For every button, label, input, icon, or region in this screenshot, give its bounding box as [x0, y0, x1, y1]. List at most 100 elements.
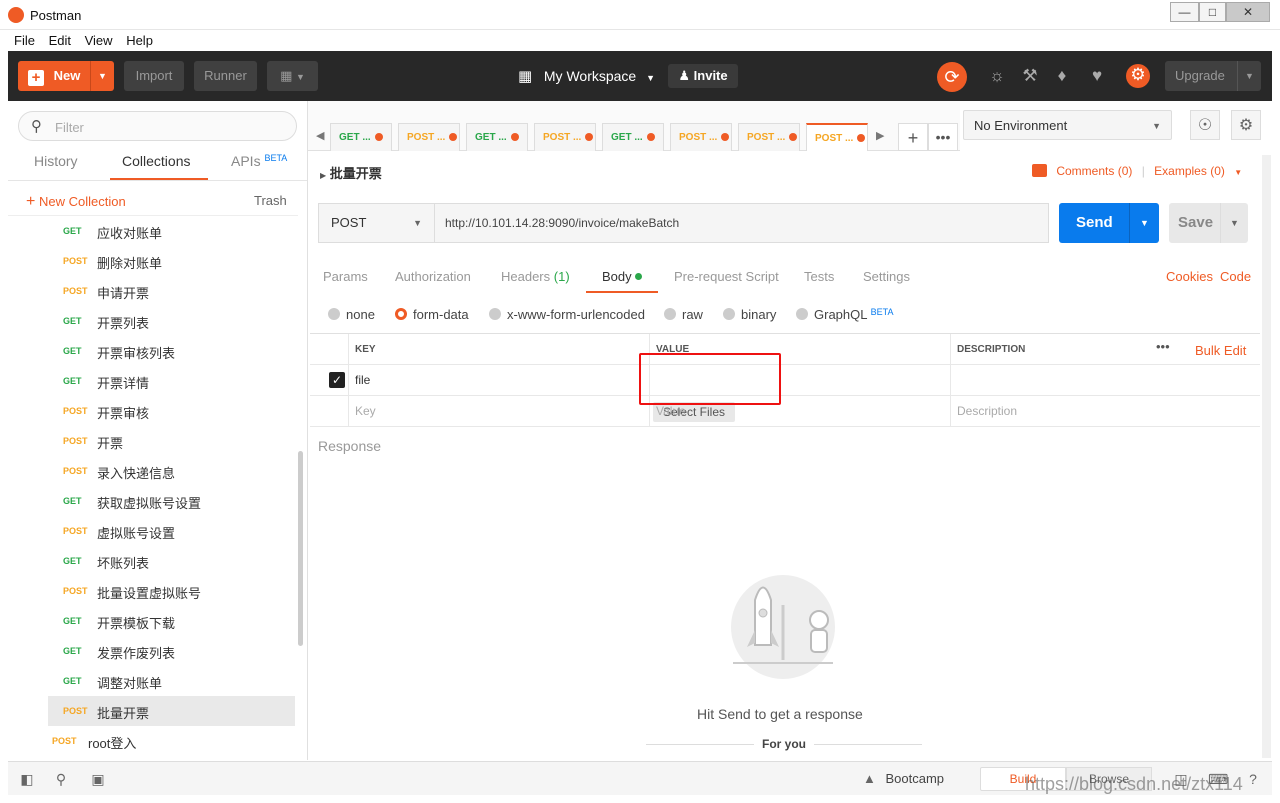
row-checkbox[interactable]: ✓	[329, 372, 345, 388]
list-item[interactable]: POST root登入	[40, 726, 287, 756]
scroll-left-icon[interactable]: ◀	[316, 129, 324, 142]
new-tab-icon[interactable]: +	[898, 123, 928, 151]
form-data-table: KEY VALUE DESCRIPTION ••• Bulk Edit ✓ fi…	[310, 333, 1260, 427]
eye-icon[interactable]: ☉	[1190, 110, 1220, 140]
examples-label[interactable]: Examples (0)	[1154, 164, 1225, 178]
save-button[interactable]: Save ▼	[1169, 203, 1248, 243]
list-item[interactable]: POST 删除对账单	[48, 246, 295, 276]
menu-file[interactable]: File	[14, 31, 35, 51]
sidebar-scrollbar[interactable]	[298, 451, 303, 646]
more-icon[interactable]: •••	[1156, 339, 1170, 354]
request-tab[interactable]: POST ...	[806, 123, 868, 151]
request-tab[interactable]: GET ...	[466, 123, 528, 151]
tab-collections[interactable]: Collections	[122, 153, 190, 169]
tab-apis[interactable]: APIs BETA	[231, 153, 287, 169]
key-input[interactable]: Key	[348, 396, 649, 427]
request-tab[interactable]: POST ...	[398, 123, 460, 151]
request-tab[interactable]: POST ...	[738, 123, 800, 151]
help-icon[interactable]: ?	[1244, 770, 1262, 788]
comments-link[interactable]: Comments (0) | Examples (0) ▼	[1032, 164, 1242, 178]
menu-help[interactable]: Help	[126, 31, 153, 51]
close-button[interactable]: ✕	[1226, 2, 1270, 22]
radio-graphql[interactable]: GraphQL BETA	[796, 307, 893, 322]
workspace-selector[interactable]: ▦ My Workspace ▼	[518, 61, 655, 91]
send-button[interactable]: Send ▼	[1059, 203, 1159, 243]
tab-settings[interactable]: Settings	[863, 269, 910, 284]
invite-button[interactable]: ♟ Invite	[668, 64, 738, 88]
list-item[interactable]: POST 虚拟账号设置	[48, 516, 295, 546]
list-item[interactable]: POST 批量开票	[48, 696, 295, 726]
new-button[interactable]: + New ▼	[18, 61, 114, 91]
list-item[interactable]: GET 获取虚拟账号设置	[48, 486, 295, 516]
search-icon[interactable]: ⚲	[52, 770, 70, 788]
list-item[interactable]: GET 应收对账单	[48, 216, 295, 246]
radio-raw[interactable]: raw	[664, 307, 703, 322]
radio-icon	[664, 308, 676, 320]
tab-params[interactable]: Params	[323, 269, 368, 284]
list-item[interactable]: GET 调整对账单	[48, 666, 295, 696]
wrench-icon[interactable]: ⚒	[1019, 65, 1041, 87]
tab-pre-request-script[interactable]: Pre-request Script	[674, 269, 779, 284]
radio-form-data[interactable]: form-data	[395, 307, 469, 322]
method-select[interactable]: POST ▼	[319, 204, 435, 242]
main-scrollbar[interactable]	[1262, 155, 1271, 758]
avatar[interactable]: ⚙	[1126, 64, 1150, 88]
request-tab[interactable]: POST ...	[670, 123, 732, 151]
upgrade-button[interactable]: Upgrade ▼	[1165, 61, 1261, 91]
tab-history[interactable]: History	[34, 153, 78, 169]
more-tabs-icon[interactable]: •••	[928, 123, 958, 151]
tab-tests[interactable]: Tests	[804, 269, 834, 284]
satellite-icon[interactable]: ☼	[986, 65, 1008, 87]
list-item[interactable]: GET 开票审核列表	[48, 336, 295, 366]
import-button[interactable]: Import	[124, 61, 184, 91]
list-item[interactable]: POST 申请开票	[48, 276, 295, 306]
list-item[interactable]: POST 批量设置虚拟账号	[48, 576, 295, 606]
list-item[interactable]: GET 开票模板下载	[48, 606, 295, 636]
filter-input[interactable]: ⚲ Filter	[18, 111, 297, 141]
list-item[interactable]: GET 坏账列表	[48, 546, 295, 576]
maximize-button[interactable]: □	[1199, 2, 1226, 22]
gear-icon[interactable]: ⚙	[1231, 110, 1261, 140]
menu-edit[interactable]: Edit	[49, 31, 71, 51]
description-cell[interactable]	[950, 365, 1260, 396]
radio-urlencoded[interactable]: x-www-form-urlencoded	[489, 307, 645, 322]
list-item[interactable]: GET 开票列表	[48, 306, 295, 336]
list-item[interactable]: GET 开票详情	[48, 366, 295, 396]
bulk-edit-link[interactable]: Bulk Edit	[1195, 343, 1246, 358]
request-tab[interactable]: POST ...	[534, 123, 596, 151]
code-link[interactable]: Code	[1220, 269, 1251, 284]
bell-icon[interactable]: ♦	[1051, 65, 1073, 87]
description-input[interactable]: Description	[950, 396, 1260, 427]
list-item[interactable]: POST 录入快递信息	[48, 456, 295, 486]
runner-button[interactable]: Runner	[194, 61, 257, 91]
console-icon[interactable]: ▣	[89, 770, 107, 788]
minimize-button[interactable]: —	[1170, 2, 1199, 22]
new-collection-button[interactable]: + New Collection	[26, 193, 126, 211]
chevron-down-icon[interactable]: ▼	[90, 61, 114, 91]
list-item[interactable]: POST 开票审核	[48, 396, 295, 426]
list-item[interactable]: POST 开票	[48, 426, 295, 456]
tab-authorization[interactable]: Authorization	[395, 269, 471, 284]
trash-link[interactable]: Trash	[254, 193, 287, 208]
scroll-right-icon[interactable]: ▶	[876, 129, 884, 142]
heart-icon[interactable]: ♥	[1086, 65, 1108, 87]
new-window-button[interactable]: ▦ ▼	[267, 61, 318, 91]
request-tab[interactable]: GET ...	[602, 123, 664, 151]
menu-view[interactable]: View	[85, 31, 113, 51]
list-item[interactable]: GET 发票作废列表	[48, 636, 295, 666]
key-cell[interactable]: file	[348, 365, 649, 396]
environment-select[interactable]: No Environment ▼	[963, 110, 1172, 140]
chevron-down-icon[interactable]: ▼	[1220, 203, 1248, 243]
bootcamp-link[interactable]: ▲ Bootcamp	[863, 771, 944, 786]
sidebar-toggle-icon[interactable]: ◧	[18, 770, 36, 788]
cookies-link[interactable]: Cookies	[1166, 269, 1213, 284]
request-tab[interactable]: GET ...	[330, 123, 392, 151]
url-input[interactable]: http://10.101.14.28:9090/invoice/makeBat…	[445, 216, 679, 230]
request-name[interactable]: ▶ 批量开票	[320, 163, 382, 182]
sync-icon[interactable]: ⟳	[937, 62, 967, 92]
tab-headers[interactable]: Headers (1)	[501, 269, 570, 284]
tab-body[interactable]: Body	[602, 269, 643, 284]
chevron-down-icon[interactable]: ▼	[1129, 203, 1159, 243]
radio-binary[interactable]: binary	[723, 307, 776, 322]
radio-none[interactable]: none	[328, 307, 375, 322]
